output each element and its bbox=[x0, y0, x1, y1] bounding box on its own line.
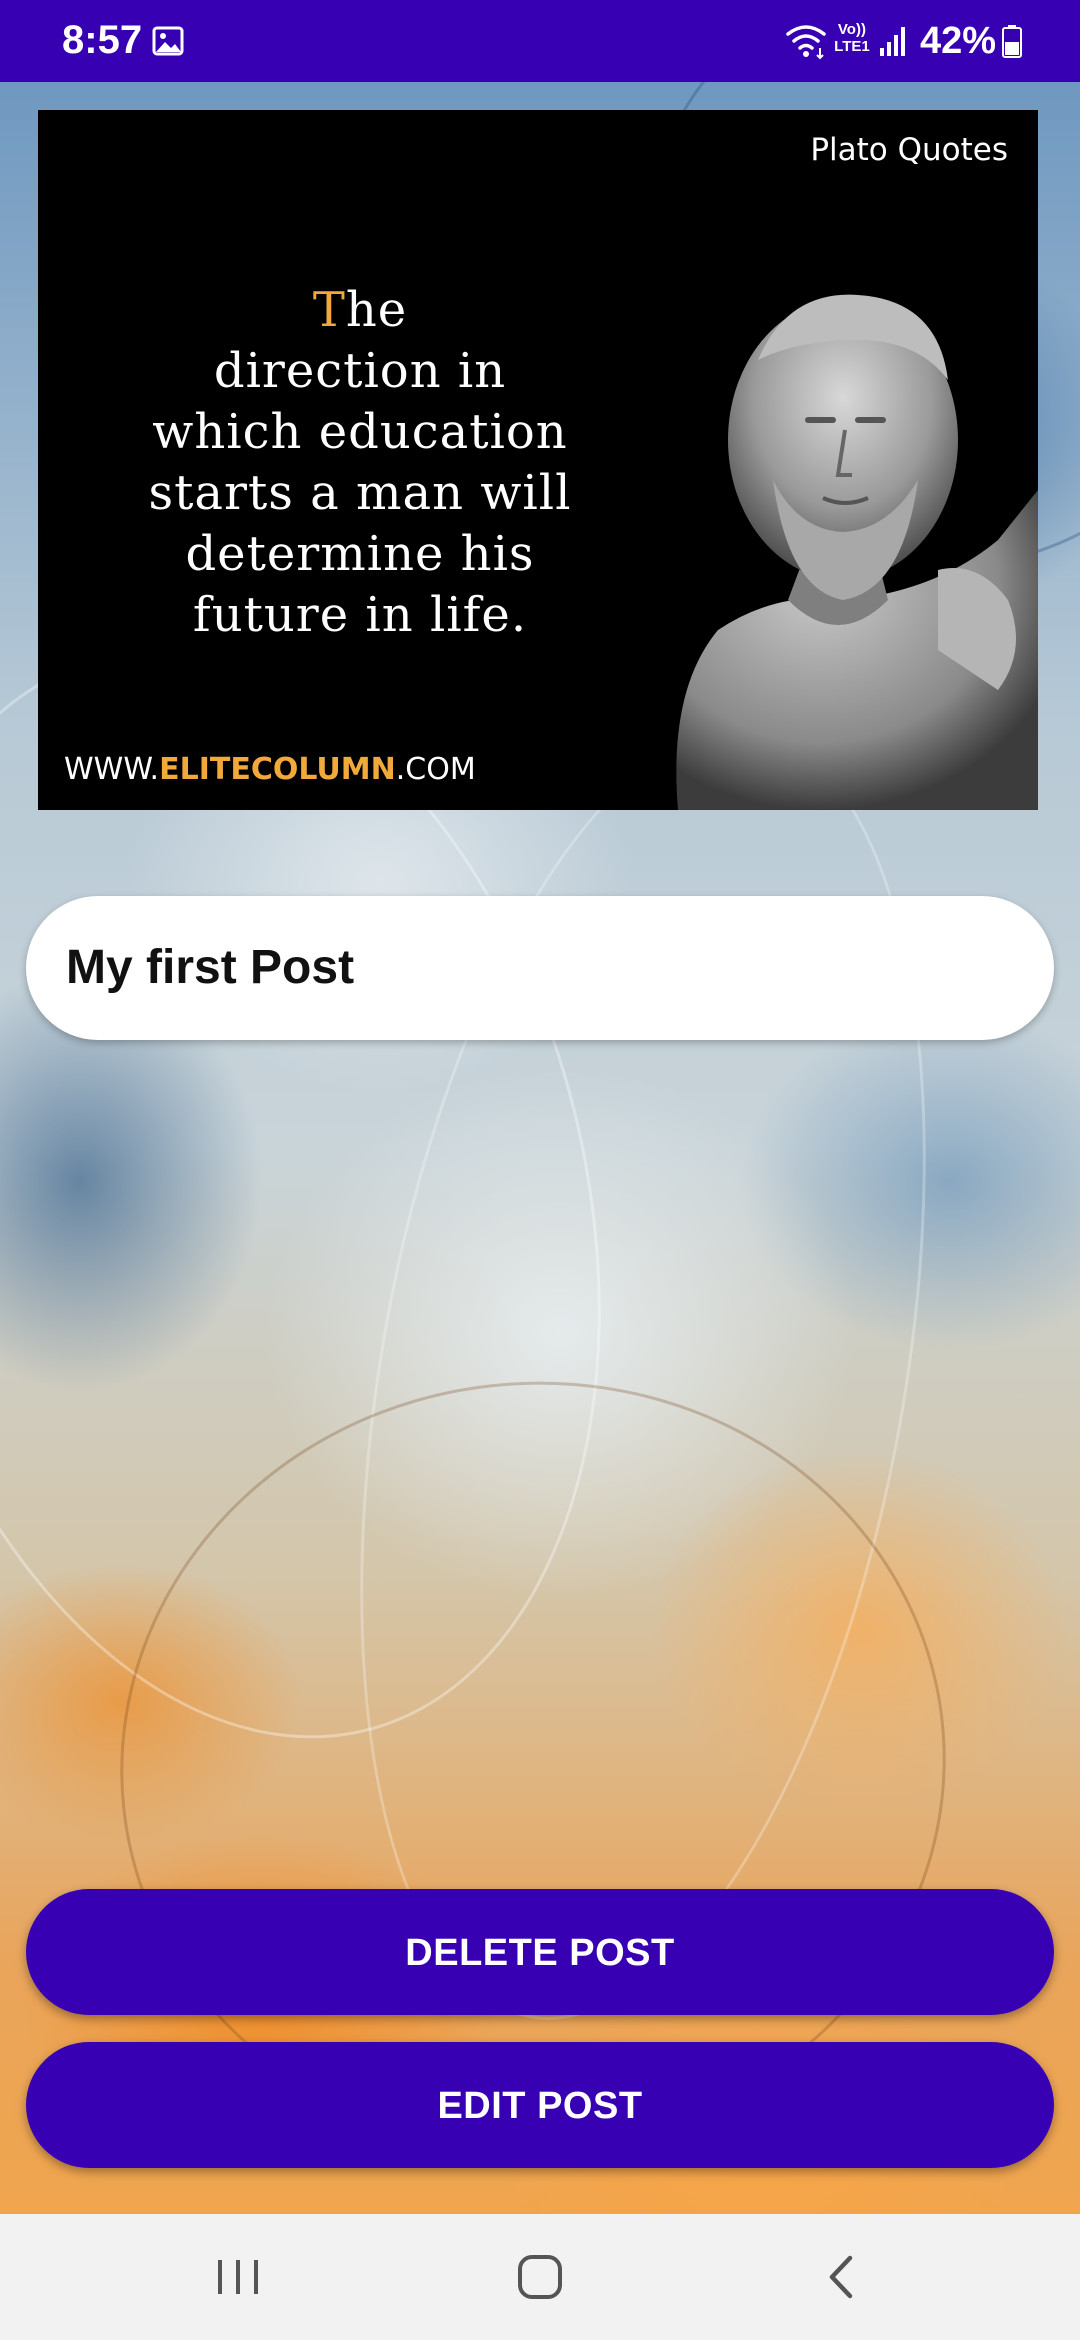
volte-indicator: Vo)) LTE1 bbox=[832, 21, 872, 61]
edit-post-button[interactable]: EDIT POST bbox=[26, 2042, 1054, 2168]
navigation-bar bbox=[0, 2214, 1080, 2340]
status-time: 8:57 bbox=[62, 18, 143, 62]
website-prefix: WWW. bbox=[64, 752, 160, 787]
battery-icon bbox=[1002, 25, 1022, 58]
status-bar: 8:57 Vo)) LTE1 42% bbox=[0, 0, 1080, 82]
image-website: WWW.ELITECOLUMN.COM bbox=[64, 752, 476, 787]
image-quote: The direction in which education starts … bbox=[110, 280, 610, 646]
plato-statue-image bbox=[676, 294, 1038, 810]
post-image: Plato Quotes The direction in which educ… bbox=[38, 110, 1038, 810]
lte-label: LTE1 bbox=[834, 38, 870, 55]
image-brand-label: Plato Quotes bbox=[810, 132, 1008, 168]
post-title: My first Post bbox=[66, 941, 355, 994]
battery-percent: 42% bbox=[919, 19, 996, 62]
gallery-icon bbox=[152, 26, 184, 56]
wifi-icon bbox=[786, 25, 826, 60]
website-brand: ELITECOLUMN bbox=[159, 752, 396, 787]
quote-line: determine his bbox=[185, 526, 535, 582]
website-suffix: .COM bbox=[395, 752, 476, 787]
volte-label: Vo)) bbox=[837, 21, 866, 38]
recents-icon[interactable] bbox=[208, 2252, 268, 2302]
quote-line: future in life. bbox=[192, 587, 528, 643]
back-icon[interactable] bbox=[812, 2252, 872, 2302]
quote-first-letter: T bbox=[312, 282, 346, 338]
status-indicators: Vo)) LTE1 42% bbox=[784, 16, 1022, 66]
quote-first-line-rest: he bbox=[345, 282, 408, 338]
signal-icon bbox=[879, 27, 905, 56]
quote-line: starts a man will bbox=[148, 465, 572, 521]
post-title-card: My first Post bbox=[26, 896, 1054, 1040]
home-icon[interactable] bbox=[510, 2252, 570, 2302]
quote-line: which education bbox=[152, 404, 568, 460]
quote-line: direction in bbox=[213, 343, 507, 399]
quote-line: The bbox=[110, 280, 610, 341]
delete-post-button[interactable]: DELETE POST bbox=[26, 1889, 1054, 2015]
